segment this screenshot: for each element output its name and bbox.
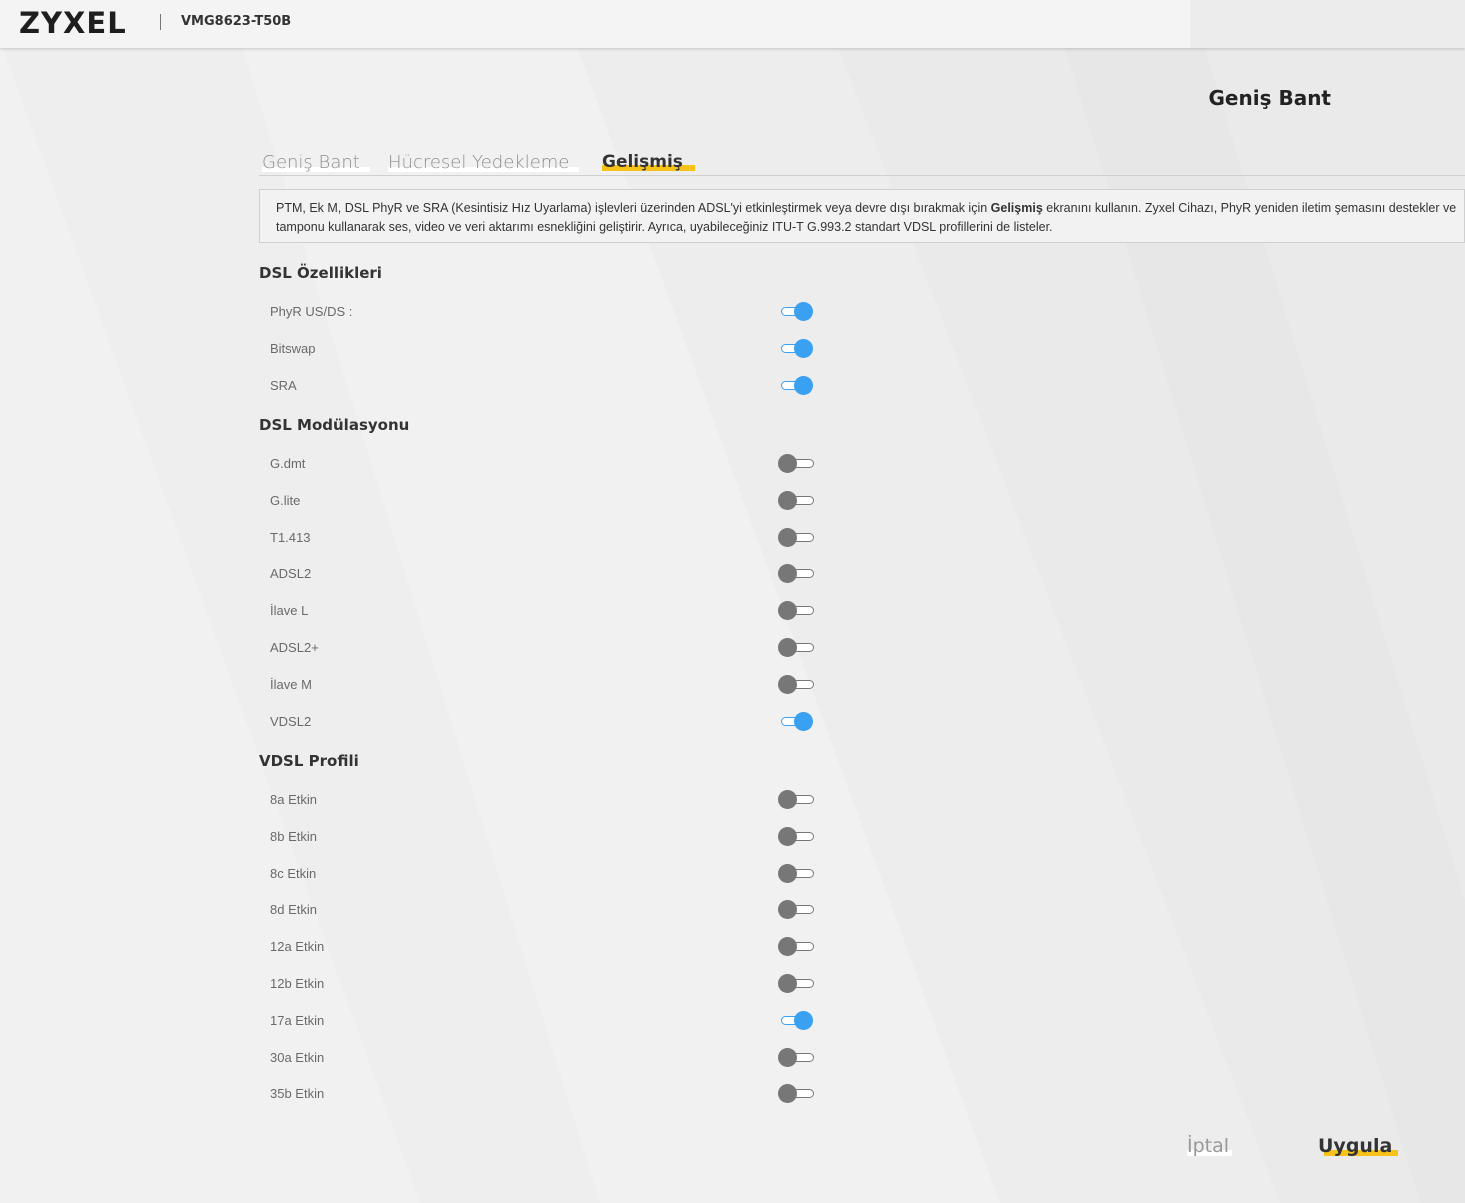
setting-label: 8b Etkin: [270, 829, 317, 844]
info-text: PTM, Ek M, DSL PhyR ve SRA (Kesintisiz H…: [276, 201, 991, 215]
toggle-knob: [778, 1084, 797, 1103]
logo-separator: [160, 14, 161, 30]
setting-label: Bitswap: [270, 341, 316, 356]
toggle-switch[interactable]: [778, 527, 814, 547]
setting-label: ADSL2: [270, 566, 312, 581]
cancel-button[interactable]: İptal: [1187, 1135, 1233, 1157]
setting-label: G.dmt: [270, 456, 306, 471]
toggle-knob: [778, 864, 797, 883]
tab-label: Geniş Bant: [262, 152, 360, 173]
tab-cellular-backup[interactable]: Hücresel Yedekleme: [388, 152, 580, 173]
setting-label: 8a Etkin: [270, 792, 317, 807]
apply-button[interactable]: Uygula: [1318, 1135, 1399, 1157]
setting-label: 35b Etkin: [270, 1086, 325, 1101]
apply-label: Uygula: [1318, 1135, 1393, 1157]
setting-label: 12b Etkin: [270, 976, 325, 991]
toggle-switch[interactable]: [778, 674, 814, 694]
toggle-knob: [794, 302, 813, 321]
toggle-knob: [794, 339, 813, 358]
setting-label: 17a Etkin: [270, 1013, 325, 1028]
zyxel-logo: ZYXEL: [19, 6, 127, 40]
toggle-knob: [778, 638, 797, 657]
tab-advanced[interactable]: Gelişmiş: [602, 152, 695, 172]
tab-bar: Geniş Bant Hücresel Yedekleme Gelişmiş: [259, 148, 1465, 176]
toggle-switch[interactable]: [778, 338, 814, 358]
toggle-knob: [794, 1011, 813, 1030]
toggle-switch[interactable]: [778, 826, 814, 846]
toggle-knob: [778, 601, 797, 620]
toggle-knob: [778, 675, 797, 694]
toggle-switch[interactable]: [778, 789, 814, 809]
tab-label: Gelişmiş: [602, 152, 683, 172]
toggle-switch[interactable]: [778, 1083, 814, 1103]
section-title-dsl-modulation: DSL Modülasyonu: [259, 416, 410, 434]
setting-label: SRA: [270, 378, 297, 393]
toggle-switch[interactable]: [778, 490, 814, 510]
section-title-dsl-features: DSL Özellikleri: [259, 264, 382, 282]
section-title-vdsl-profile: VDSL Profili: [259, 752, 359, 770]
cancel-label: İptal: [1187, 1135, 1230, 1157]
toggle-switch[interactable]: [778, 375, 814, 395]
toggle-switch[interactable]: [778, 711, 814, 731]
setting-label: ADSL2+: [270, 640, 319, 655]
toggle-knob: [778, 900, 797, 919]
toggle-knob: [778, 790, 797, 809]
toggle-knob: [794, 376, 813, 395]
toggle-switch[interactable]: [778, 637, 814, 657]
setting-label: VDSL2: [270, 714, 312, 729]
tab-broadband[interactable]: Geniş Bant: [262, 152, 370, 173]
toggle-switch[interactable]: [778, 453, 814, 473]
toggle-switch[interactable]: [778, 1047, 814, 1067]
setting-label: İlave M: [270, 677, 312, 692]
toggle-knob: [778, 454, 797, 473]
setting-label: G.lite: [270, 493, 301, 508]
toggle-switch[interactable]: [778, 563, 814, 583]
toggle-knob: [778, 974, 797, 993]
device-model: VMG8623-T50B: [181, 14, 292, 29]
toggle-switch[interactable]: [778, 899, 814, 919]
toggle-switch[interactable]: [778, 1010, 814, 1030]
toggle-switch[interactable]: [778, 936, 814, 956]
toggle-knob: [778, 491, 797, 510]
info-line-2: tamponu kullanarak ses, video ve veri ak…: [276, 220, 1053, 234]
top-bar: ZYXEL VMG8623-T50B: [0, 0, 1465, 48]
main-content: Geniş Bant Geniş Bant Hücresel Yedekleme…: [0, 48, 1465, 1203]
toggle-knob: [778, 564, 797, 583]
setting-label: 8d Etkin: [270, 902, 317, 917]
toggle-knob: [778, 937, 797, 956]
tab-label: Hücresel Yedekleme: [388, 152, 570, 173]
page-title: Geniş Bant: [1208, 86, 1331, 110]
setting-label: 8c Etkin: [270, 866, 317, 881]
toggle-knob: [794, 712, 813, 731]
setting-label: T1.413: [270, 530, 311, 545]
toggle-switch[interactable]: [778, 973, 814, 993]
toggle-knob: [778, 1048, 797, 1067]
info-bold: Gelişmiş: [990, 201, 1043, 215]
setting-label: 30a Etkin: [270, 1050, 325, 1065]
toggle-knob: [778, 827, 797, 846]
toggle-switch[interactable]: [778, 301, 814, 321]
toggle-switch[interactable]: [778, 600, 814, 620]
toggle-knob: [778, 528, 797, 547]
setting-label: İlave L: [270, 603, 309, 618]
info-line-1: PTM, Ek M, DSL PhyR ve SRA (Kesintisiz H…: [276, 199, 1456, 218]
toggle-switch[interactable]: [778, 863, 814, 883]
info-text: ekranını kullanın. Zyxel Cihazı, PhyR ye…: [1042, 201, 1457, 215]
info-box: PTM, Ek M, DSL PhyR ve SRA (Kesintisiz H…: [259, 189, 1465, 243]
setting-label: PhyR US/DS :: [270, 304, 353, 319]
setting-label: 12a Etkin: [270, 939, 325, 954]
